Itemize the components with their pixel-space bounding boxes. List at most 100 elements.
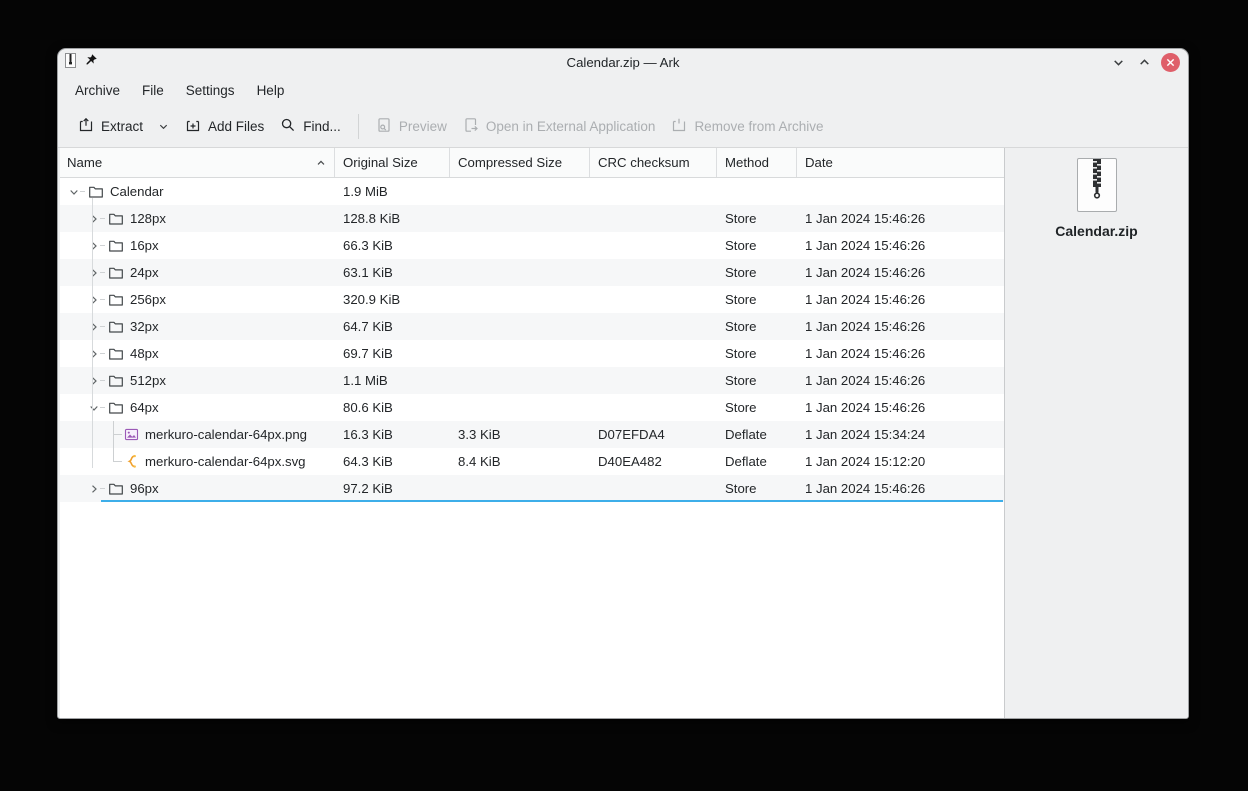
preview-button[interactable]: Preview — [368, 111, 455, 142]
cell-date: 1 Jan 2024 15:46:26 — [805, 319, 926, 334]
table-row[interactable]: 256px 320.9 KiB Store 1 Jan 2024 15:46:26 — [60, 286, 1004, 313]
sort-ascending-icon — [316, 158, 326, 168]
cell-crc-checksum — [590, 259, 717, 286]
table-row[interactable]: 24px 63.1 KiB Store 1 Jan 2024 15:46:26 — [60, 259, 1004, 286]
open-external-button[interactable]: Open in External Application — [455, 111, 664, 142]
table-row[interactable]: merkuro-calendar-64px.png 16.3 KiB 3.3 KiB… — [60, 421, 1004, 448]
cell-original-size: 64.7 KiB — [343, 319, 393, 334]
cell-method: Store — [725, 292, 757, 307]
column-header-crc[interactable]: CRC checksum — [590, 148, 717, 177]
titlebar: Calendar.zip — Ark — [58, 49, 1188, 76]
table-row[interactable]: Calendar 1.9 MiB — [60, 178, 1004, 205]
cell-crc-checksum — [590, 205, 717, 232]
cell-date: 1 Jan 2024 15:46:26 — [805, 211, 926, 226]
close-button[interactable] — [1159, 52, 1181, 74]
folder-icon — [108, 346, 124, 362]
zip-file-icon[interactable] — [65, 52, 76, 73]
remove-from-archive-label: Remove from Archive — [694, 118, 824, 134]
tree-branch-stub — [100, 488, 105, 489]
extract-button[interactable]: Extract — [70, 111, 177, 142]
folder-icon — [108, 238, 124, 254]
collapse-icon[interactable] — [67, 178, 80, 205]
cell-original-size: 80.6 KiB — [343, 400, 393, 415]
open-external-icon — [463, 117, 479, 136]
extract-label: Extract — [101, 118, 144, 134]
tree-guide-line — [92, 198, 93, 468]
cell-crc-checksum — [590, 313, 717, 340]
cell-compressed-size — [450, 205, 590, 232]
expand-icon[interactable] — [87, 205, 100, 232]
cell-crc-checksum — [590, 475, 717, 502]
collapse-icon[interactable] — [87, 394, 100, 421]
menubar: Archive File Settings Help — [58, 76, 1188, 105]
pin-icon[interactable] — [84, 53, 98, 72]
cell-crc-checksum — [590, 286, 717, 313]
expand-icon[interactable] — [87, 475, 100, 502]
table-row[interactable]: merkuro-calendar-64px.svg 64.3 KiB 8.4 KiB… — [60, 448, 1004, 475]
add-files-icon — [185, 117, 201, 136]
menu-help[interactable]: Help — [246, 76, 296, 105]
tree-branch-stub — [100, 272, 105, 273]
folder-icon — [108, 265, 124, 281]
column-header-original-size[interactable]: Original Size — [335, 148, 450, 177]
cell-date: 1 Jan 2024 15:46:26 — [805, 292, 926, 307]
menu-archive[interactable]: Archive — [64, 76, 131, 105]
cell-original-size: 1.1 MiB — [343, 373, 388, 388]
entry-name: 256px — [130, 292, 166, 307]
remove-from-archive-button[interactable]: Remove from Archive — [663, 111, 831, 142]
cell-crc-checksum: D07EFDA4 — [598, 427, 665, 442]
menu-settings[interactable]: Settings — [175, 76, 246, 105]
find-label: Find... — [303, 118, 341, 134]
cell-method: Store — [725, 400, 757, 415]
expand-icon[interactable] — [87, 232, 100, 259]
folder-icon — [88, 184, 104, 200]
cell-date: 1 Jan 2024 15:46:26 — [805, 238, 926, 253]
expand-icon[interactable] — [87, 340, 100, 367]
cell-original-size: 128.8 KiB — [343, 211, 401, 226]
minimize-button[interactable] — [1107, 52, 1129, 74]
cell-compressed-size: 8.4 KiB — [458, 454, 501, 469]
table-row[interactable]: 96px 97.2 KiB Store 1 Jan 2024 15:46:26 — [60, 475, 1004, 502]
cell-date: 1 Jan 2024 15:34:24 — [805, 427, 926, 442]
add-files-button[interactable]: Add Files — [177, 111, 272, 142]
cell-original-size: 69.7 KiB — [343, 346, 393, 361]
cell-crc-checksum — [590, 394, 717, 421]
entry-name: 16px — [130, 238, 159, 253]
find-button[interactable]: Find... — [272, 111, 349, 142]
cell-compressed-size — [450, 259, 590, 286]
expand-icon[interactable] — [87, 286, 100, 313]
ark-window: Calendar.zip — Ark Archive File Settings — [57, 48, 1189, 719]
maximize-button[interactable] — [1133, 52, 1155, 74]
column-header-compressed-size[interactable]: Compressed Size — [450, 148, 590, 177]
cell-method: Store — [725, 481, 757, 496]
expand-icon[interactable] — [87, 367, 100, 394]
folder-icon — [108, 319, 124, 335]
column-header-method[interactable]: Method — [717, 148, 797, 177]
cell-method: Store — [725, 265, 757, 280]
column-header-date[interactable]: Date — [797, 148, 1004, 177]
table-row[interactable]: 512px 1.1 MiB Store 1 Jan 2024 15:46:26 — [60, 367, 1004, 394]
table-row[interactable]: 16px 66.3 KiB Store 1 Jan 2024 15:46:26 — [60, 232, 1004, 259]
table-row[interactable]: 32px 64.7 KiB Store 1 Jan 2024 15:46:26 — [60, 313, 1004, 340]
cell-original-size: 63.1 KiB — [343, 265, 393, 280]
menu-file[interactable]: File — [131, 76, 175, 105]
cell-method: Store — [725, 373, 757, 388]
tree-branch-stub — [100, 245, 105, 246]
toolbar-separator — [357, 113, 359, 139]
entry-name: Calendar — [110, 184, 164, 199]
cell-date: 1 Jan 2024 15:12:20 — [805, 454, 926, 469]
table-row[interactable]: 128px 128.8 KiB Store 1 Jan 2024 15:46:26 — [60, 205, 1004, 232]
expand-icon[interactable] — [87, 313, 100, 340]
expand-icon[interactable] — [87, 259, 100, 286]
svg-file-icon — [123, 454, 139, 470]
table-row[interactable]: 64px 80.6 KiB Store 1 Jan 2024 15:46:26 — [60, 394, 1004, 421]
cell-original-size: 16.3 KiB — [343, 427, 393, 442]
tree-branch-stub — [100, 407, 105, 408]
column-header-name[interactable]: Name — [60, 148, 335, 177]
table-row[interactable]: 48px 69.7 KiB Store 1 Jan 2024 15:46:26 — [60, 340, 1004, 367]
entry-name: 96px — [130, 481, 159, 496]
cell-crc-checksum: D40EA482 — [598, 454, 662, 469]
preview-label: Preview — [398, 118, 447, 134]
toolbar: Extract Add Files Find... Preview Open i… — [58, 105, 1188, 148]
tree-branch-stub — [100, 353, 105, 354]
